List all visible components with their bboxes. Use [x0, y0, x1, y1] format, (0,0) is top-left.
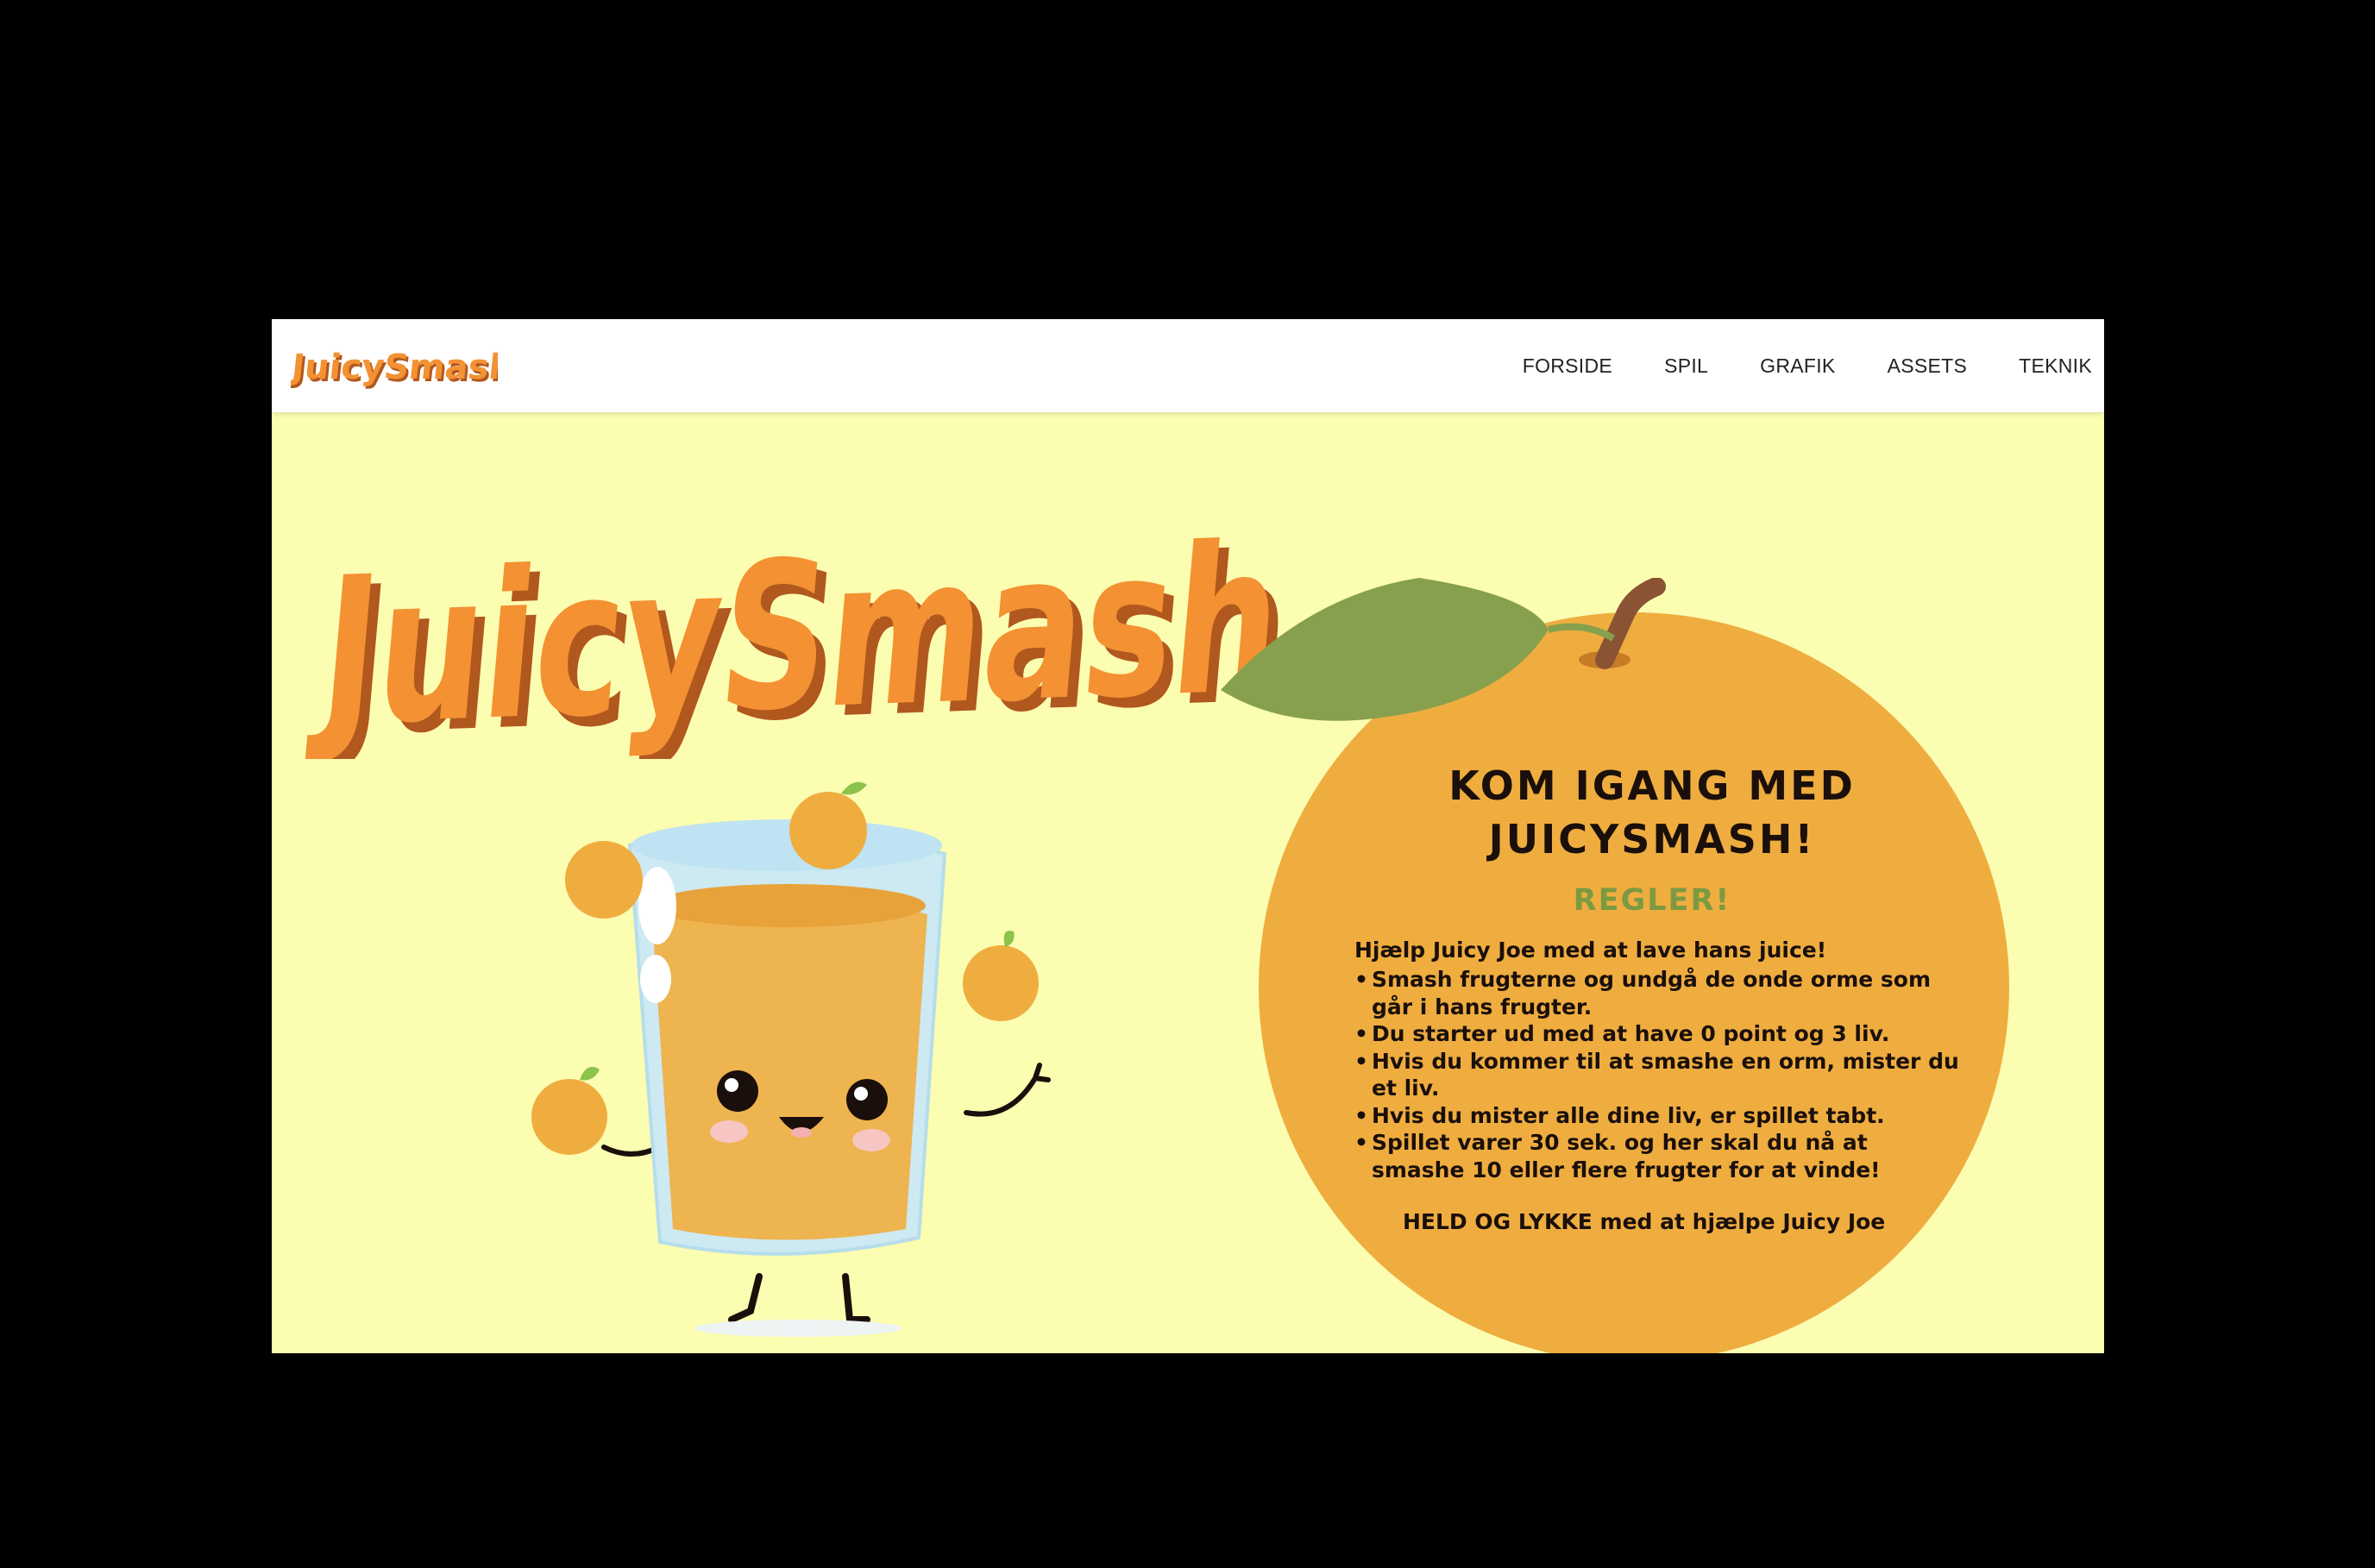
hero-title-logo: JuicySmash JuicySmash [304, 501, 1300, 759]
rules-panel: KOM IGANG MED JUICYSMASH! REGLER! Hjælp … [1337, 759, 1967, 1234]
nav-item-assets[interactable]: ASSETS [1888, 354, 1968, 378]
rules-subtitle: REGLER! [1573, 883, 1731, 918]
rule-item: Hvis du mister alle dine liv, er spillet… [1354, 1102, 1967, 1130]
rule-item: Du starter ud med at have 0 point og 3 l… [1354, 1020, 1967, 1048]
rules-title-line1: KOM IGANG MED [1448, 762, 1856, 809]
nav-item-teknik[interactable]: TEKNIK [2019, 354, 2092, 378]
nav-item-spil[interactable]: SPIL [1664, 354, 1708, 378]
rules-outro: HELD OG LYKKE med at hjælpe Juicy Joe [1403, 1209, 1886, 1234]
nav-item-grafik[interactable]: GRAFIK [1760, 354, 1835, 378]
rules-list: Smash frugterne og undgå de onde orme so… [1354, 966, 1967, 1183]
orange-icon [789, 781, 867, 869]
orange-icon [565, 841, 643, 919]
juice-glass-mascot [531, 781, 1051, 1337]
logo-text: JuicySmash [291, 348, 498, 387]
orange-icon [531, 1066, 607, 1155]
browser-viewport: JuicySmash JuicySmash FORSIDE SPIL GRAFI… [272, 319, 2104, 1353]
juicysmash-logo[interactable]: JuicySmash JuicySmash [291, 338, 498, 393]
rule-item: Hvis du kommer til at smashe en orm, mis… [1354, 1048, 1967, 1102]
hero-title-text: JuicySmash [304, 501, 1291, 759]
rules-title-line2: JUICYSMASH! [1488, 816, 1816, 862]
top-navbar: JuicySmash JuicySmash FORSIDE SPIL GRAFI… [272, 319, 2104, 412]
nav-item-forside[interactable]: FORSIDE [1523, 354, 1612, 378]
rules-intro: Hjælp Juicy Joe med at lave hans juice! [1354, 938, 1827, 963]
rule-item: Spillet varer 30 sek. og her skal du nå … [1354, 1129, 1967, 1183]
rules-title: KOM IGANG MED JUICYSMASH! [1337, 759, 1967, 866]
rule-item: Smash frugterne og undgå de onde orme so… [1354, 966, 1967, 1020]
nav-menu: FORSIDE SPIL GRAFIK ASSETS TEKNIK [1523, 319, 2092, 412]
orange-icon [963, 931, 1039, 1021]
